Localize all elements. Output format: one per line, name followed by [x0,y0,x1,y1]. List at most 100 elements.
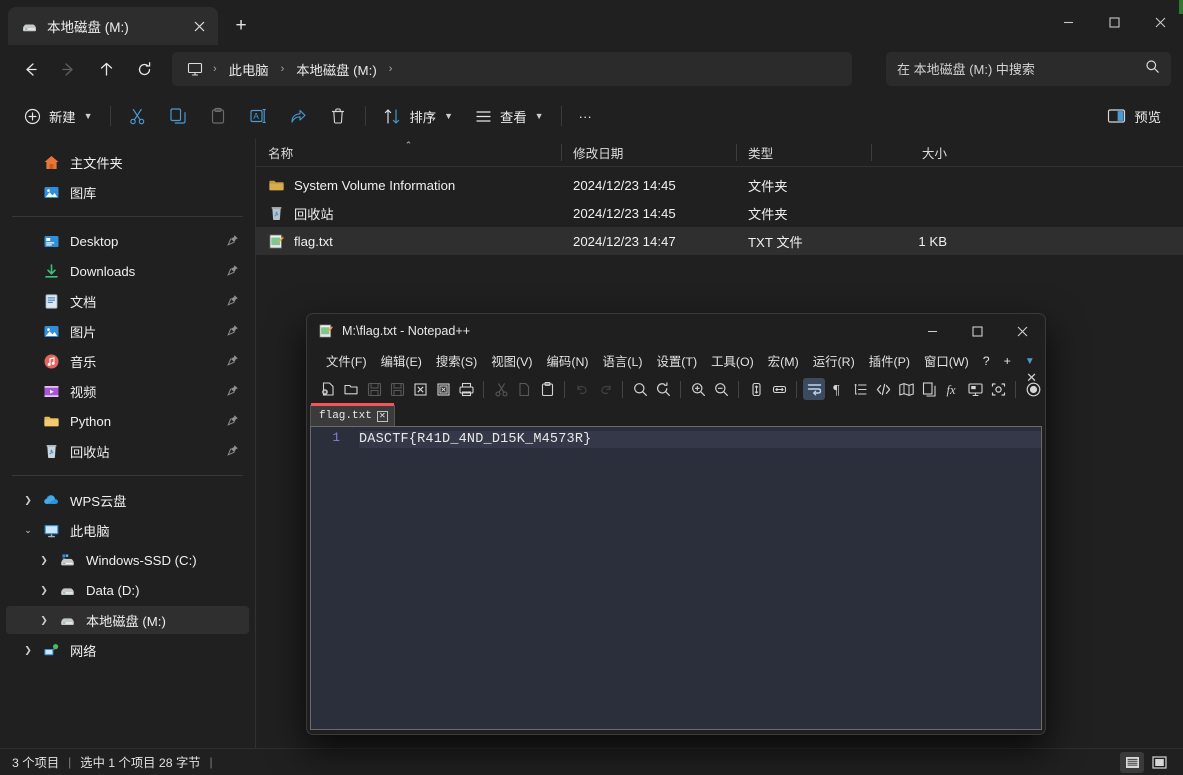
chevron-right-icon[interactable]: ❯ [32,615,56,626]
sidebar-item-music[interactable]: 音乐 [6,347,249,375]
table-row[interactable]: System Volume Information 2024/12/23 14:… [256,171,1183,199]
undo-icon[interactable] [571,378,593,400]
breadcrumb[interactable]: › 此电脑 › 本地磁盘 (M:) › [172,52,852,86]
close-icon[interactable]: ✕ [376,410,388,422]
up-button[interactable] [88,52,124,86]
replace-icon[interactable] [652,378,674,400]
sidebar-item-home[interactable]: 主文件夹 [6,148,249,176]
sidebar-item-data-d[interactable]: ❯ Data (D:) [6,576,249,604]
sidebar-item-gallery[interactable]: 图库 [6,178,249,206]
save-icon[interactable] [363,378,385,400]
menu-tools[interactable]: 工具(O) [704,350,761,372]
breadcrumb-item-this-pc[interactable]: 此电脑 [222,57,276,82]
sidebar-item-this-pc[interactable]: ⌄ 此电脑 [6,516,249,544]
details-view-icon[interactable] [1120,751,1144,773]
close-icon[interactable] [186,13,212,39]
pin-icon[interactable] [227,264,239,279]
menu-language[interactable]: 语言(L) [596,350,650,372]
close-icon[interactable] [1000,314,1045,348]
breadcrumb-item-drive-m[interactable]: 本地磁盘 (M:) [289,57,384,82]
notepadpp-editor[interactable]: 1 DASCTF{R41D_4ND_D15K_M4573R} [310,426,1042,730]
sync-horizontal-scroll-icon[interactable] [768,378,790,400]
menu-help[interactable]: ? [976,352,997,370]
open-file-icon[interactable] [340,378,362,400]
sidebar-item-documents[interactable]: 文档 [6,287,249,315]
chevron-down-icon[interactable]: ⌄ [16,525,40,536]
cut-icon[interactable] [490,378,512,400]
sort-button[interactable]: 排序 ▼ [373,99,464,133]
print-icon[interactable] [455,378,477,400]
document-tab-flag[interactable]: flag.txt ✕ [310,403,395,426]
menu-run[interactable]: 运行(R) [806,350,862,372]
paste-button[interactable] [198,99,238,133]
function-list-icon[interactable]: fx [941,378,963,400]
minimize-icon[interactable] [1045,0,1091,45]
show-all-characters-icon[interactable]: ¶ [826,378,848,400]
share-button[interactable] [278,99,318,133]
chevron-right-icon[interactable]: ❯ [32,585,56,596]
pin-icon[interactable] [227,414,239,429]
sidebar-item-windows-ssd-c[interactable]: ❯ Windows-SSD (C:) [6,546,249,574]
menu-overflow-caret-icon[interactable]: ▼ [1018,354,1042,369]
sidebar-item-downloads[interactable]: Downloads [6,257,249,285]
menu-encoding[interactable]: 编码(N) [540,350,596,372]
pin-icon[interactable] [227,354,239,369]
sidebar-item-python[interactable]: Python [6,407,249,435]
column-header-date[interactable]: 修改日期 [561,139,736,166]
sidebar-item-network[interactable]: ❯ 网络 [6,636,249,664]
menu-settings[interactable]: 设置(T) [649,350,704,372]
cut-button[interactable] [118,99,158,133]
find-icon[interactable] [629,378,651,400]
save-all-icon[interactable] [386,378,408,400]
close-all-files-icon[interactable] [432,378,454,400]
sidebar-item-videos[interactable]: 视频 [6,377,249,405]
explorer-tab[interactable]: 本地磁盘 (M:) [8,7,218,45]
chevron-right-icon[interactable]: ❯ [16,495,40,506]
minimize-icon[interactable] [910,314,955,348]
sidebar-item-wps-cloud[interactable]: ❯ WPS云盘 [6,486,249,514]
close-icon[interactable] [1137,0,1183,45]
breadcrumb-separator[interactable]: › [386,63,396,75]
sidebar-item-local-disk-m[interactable]: ❯ 本地磁盘 (M:) [6,606,249,634]
document-list-icon[interactable] [918,378,940,400]
indent-guide-icon[interactable] [849,378,871,400]
menu-add[interactable]: + [997,352,1018,370]
copy-icon[interactable] [513,378,535,400]
back-button[interactable] [12,52,48,86]
maximize-icon[interactable] [1091,0,1137,45]
pin-icon[interactable] [227,294,239,309]
pin-icon[interactable] [227,324,239,339]
word-wrap-icon[interactable] [803,378,825,400]
search-icon[interactable] [1145,59,1160,79]
refresh-button[interactable] [126,52,162,86]
search-input[interactable] [897,61,1139,77]
new-button[interactable]: 新建 ▼ [12,99,103,133]
zoom-in-icon[interactable] [687,378,709,400]
document-map-icon[interactable] [895,378,917,400]
search-box[interactable] [886,52,1171,86]
redo-icon[interactable] [594,378,616,400]
more-options-button[interactable]: ··· [569,99,602,133]
this-pc-icon[interactable] [182,61,208,77]
menu-window[interactable]: 窗口(W) [917,350,976,372]
copy-button[interactable] [158,99,198,133]
menu-macro[interactable]: 宏(M) [761,350,806,372]
new-tab-button[interactable]: + [224,9,258,43]
folder-as-workspace-icon[interactable] [964,378,986,400]
sync-vertical-scroll-icon[interactable] [745,378,767,400]
user-defined-language-icon[interactable] [872,378,894,400]
toolbar-close-icon[interactable]: ✕ [1026,370,1037,386]
editor-text-area[interactable]: DASCTF{R41D_4ND_D15K_M4573R} [347,427,1041,729]
new-file-icon[interactable] [317,378,339,400]
menu-plugins[interactable]: 插件(P) [862,350,917,372]
close-file-icon[interactable] [409,378,431,400]
large-icons-view-icon[interactable] [1147,752,1171,773]
menu-search[interactable]: 搜索(S) [429,350,484,372]
chevron-right-icon[interactable]: ❯ [32,555,56,566]
menu-edit[interactable]: 编辑(E) [374,350,429,372]
view-button[interactable]: 查看 ▼ [463,99,554,133]
chevron-right-icon[interactable]: ❯ [16,645,40,656]
column-header-type[interactable]: 类型 [736,139,871,166]
rename-button[interactable]: A [238,99,278,133]
column-header-name[interactable]: 名称 ⌃ [256,139,561,166]
